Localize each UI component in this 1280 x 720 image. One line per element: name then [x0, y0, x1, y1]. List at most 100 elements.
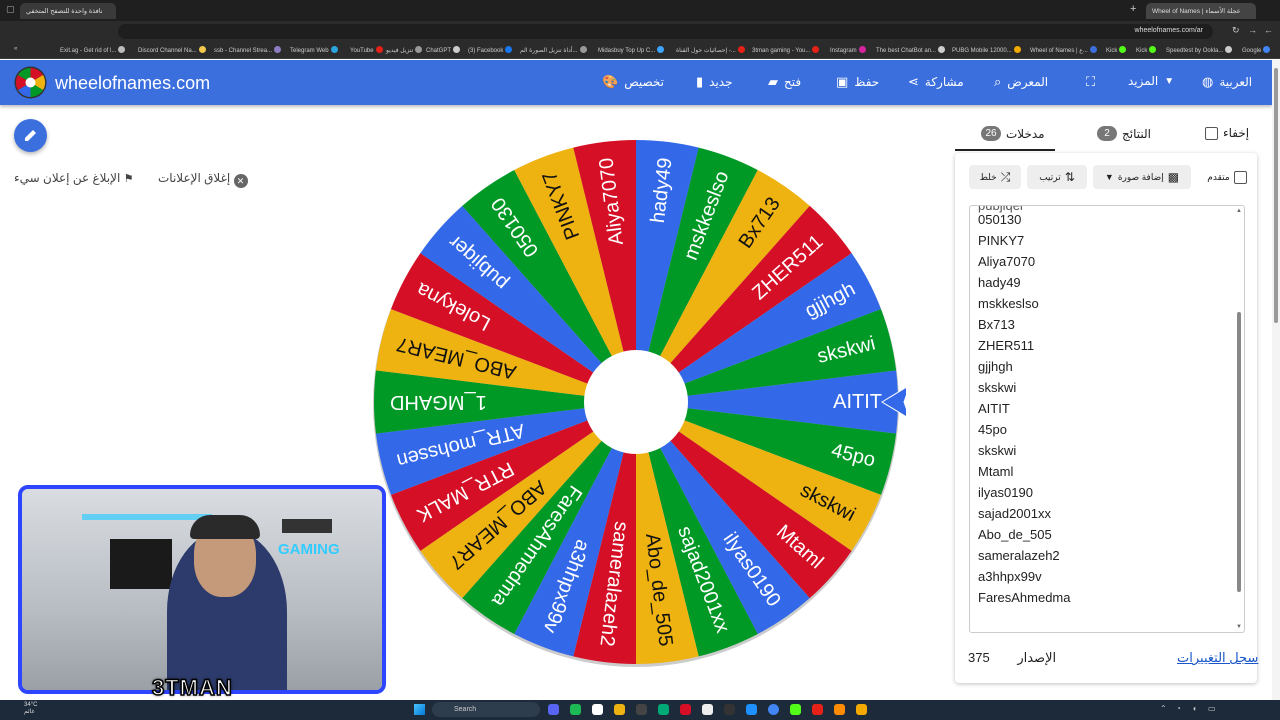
- app-icon[interactable]: [724, 704, 735, 715]
- bookmark-item[interactable]: YouTube: [350, 46, 383, 54]
- tab-incognito[interactable]: نافذة واحدة للتصفح المتخفي: [20, 3, 116, 19]
- volume-icon[interactable]: ◖: [1192, 704, 1197, 713]
- add-image-button[interactable]: ▼ إضافة صورة ▩: [1093, 165, 1191, 189]
- bookmark-item[interactable]: (3) Facebook: [468, 46, 513, 54]
- bookmark-item[interactable]: Discord Channel Na...: [138, 46, 206, 54]
- brand-name[interactable]: wheelofnames.com: [55, 73, 210, 94]
- edit-fab-button[interactable]: [14, 119, 47, 152]
- more-menu-button[interactable]: المزيد ▼: [1128, 74, 1174, 88]
- changelog-link[interactable]: سجل التغييرات: [1177, 650, 1258, 666]
- hide-checkbox[interactable]: [1205, 126, 1218, 140]
- page-scrollbar[interactable]: [1272, 60, 1280, 700]
- report-ad-link[interactable]: الإبلاغ عن إعلان سيء ⚑: [14, 171, 134, 185]
- app-icon[interactable]: [812, 704, 823, 715]
- save-icon: ▣: [836, 74, 849, 89]
- bookmark-item[interactable]: Kick: [1136, 46, 1157, 54]
- chrome-icon[interactable]: [768, 704, 779, 715]
- hide-toggle[interactable]: إخفاء: [1205, 126, 1249, 140]
- app-icon[interactable]: [790, 704, 801, 715]
- app-icon[interactable]: [592, 704, 603, 715]
- screen: ▢ ▢ نافذة واحدة للتصفح المتخفي Wheel of …: [0, 0, 1280, 720]
- tab-results[interactable]: 2 النتائج: [1097, 126, 1151, 141]
- browser-toolbar: ★ wheelofnames.com/ar ↻ → ←: [0, 21, 1280, 41]
- tray-chevron-icon[interactable]: ⌃: [1160, 704, 1167, 713]
- webcam-light-strip: [82, 514, 212, 520]
- bookmarks-bar: « Exit.ag - Get rid of l... Discord Chan…: [0, 41, 1280, 59]
- bookmark-item[interactable]: أداة تنزيل الصورة الم...: [520, 46, 587, 54]
- battery-icon[interactable]: ▭: [1208, 704, 1216, 713]
- new-button[interactable]: ▮ جديد: [696, 74, 733, 90]
- page-scroll-thumb[interactable]: [1274, 68, 1278, 323]
- bookmark-item[interactable]: Telegram Web: [290, 46, 338, 54]
- save-button[interactable]: ▣ حفظ: [836, 74, 879, 90]
- language-button[interactable]: ◍ العربية: [1202, 74, 1252, 90]
- share-button[interactable]: ⋖ مشاركة: [908, 74, 964, 90]
- list-item: hady49: [978, 275, 1021, 290]
- pencil-icon: [25, 130, 36, 141]
- app-icon[interactable]: [680, 704, 691, 715]
- webcam-overlay: GAMING: [18, 485, 386, 694]
- wifi-icon[interactable]: ◔: [1176, 704, 1181, 713]
- version-info: 375 الإصدار: [968, 650, 1057, 665]
- chevron-down-icon: ▼: [1104, 172, 1114, 182]
- file-explorer-icon[interactable]: [614, 704, 625, 715]
- app-icon[interactable]: [702, 704, 713, 715]
- taskbar-search[interactable]: Search: [432, 702, 540, 717]
- wheel-logo-icon[interactable]: [14, 66, 47, 99]
- bookmark-item[interactable]: تنزيل فيديو: [386, 46, 423, 54]
- wheel-of-names[interactable]: AITIT45poskskwiMtamlilyas0190sajad2001xx…: [366, 132, 906, 672]
- bookmark-item[interactable]: Kick: [1106, 46, 1127, 54]
- bookmark-item[interactable]: Instagram: [830, 46, 866, 54]
- app-icon[interactable]: [856, 704, 867, 715]
- tab-entries[interactable]: 26 مدخلات: [981, 126, 1045, 141]
- open-button[interactable]: ▰ فتح: [768, 74, 801, 90]
- wheel-center-hub[interactable]: [584, 350, 688, 454]
- shuffle-button[interactable]: خلط ⤮: [969, 165, 1021, 189]
- list-item: ZHER511: [978, 338, 1035, 353]
- scroll-up-icon[interactable]: ▲: [1236, 208, 1242, 214]
- bookmark-item[interactable]: Midasbuy Top Up C...: [598, 46, 665, 54]
- bookmark-item[interactable]: Wheel of Names | ع...: [1030, 46, 1097, 54]
- windows-start-icon[interactable]: [414, 704, 425, 715]
- close-ads-link[interactable]: إغلاق الإعلانات ✕: [158, 171, 248, 188]
- new-tab-icon[interactable]: +: [1130, 3, 1136, 15]
- app-icon[interactable]: [636, 704, 647, 715]
- vlc-icon[interactable]: [834, 704, 845, 715]
- browser-tab-strip: ▢ ▢ نافذة واحدة للتصفح المتخفي Wheel of …: [0, 0, 1280, 21]
- bookmark-item[interactable]: ssb - Channel Strea...: [214, 46, 282, 54]
- weather-widget[interactable]: 34°C غائم: [24, 702, 37, 716]
- bookmark-item[interactable]: Speedtest by Ookla...: [1166, 46, 1233, 54]
- gallery-button[interactable]: ⌕ المعرض: [994, 74, 1048, 90]
- bookmark-item[interactable]: Google: [1242, 46, 1271, 54]
- list-item: mskkeslso: [978, 296, 1039, 311]
- advanced-toggle[interactable]: متقدم: [1203, 165, 1251, 189]
- bookmark-item[interactable]: Exit.ag - Get rid of l...: [60, 46, 126, 54]
- bookmark-item[interactable]: ChatGPT: [426, 46, 461, 54]
- scroll-down-icon[interactable]: ▼: [1236, 624, 1242, 630]
- bookmark-item[interactable]: 3tman gaming - You...: [752, 46, 820, 54]
- bookmark-item[interactable]: إحصائيات حول القناة -...: [676, 46, 745, 54]
- list-item: FaresAhmedma: [978, 590, 1071, 605]
- sort-button[interactable]: ترتيب ⇅: [1027, 165, 1087, 189]
- reload-icon[interactable]: ↻: [1232, 25, 1240, 36]
- window-menu-icon[interactable]: ▢: [6, 4, 15, 15]
- bookmarks-overflow-icon[interactable]: «: [14, 46, 17, 52]
- tab-wheel-of-names[interactable]: Wheel of Names | عجلة الأسماء: [1146, 3, 1256, 19]
- forward-icon[interactable]: ←: [1264, 25, 1273, 35]
- entries-count-badge: 26: [981, 126, 1001, 141]
- entries-scrollbar[interactable]: [1237, 312, 1241, 592]
- app-icon[interactable]: [570, 704, 581, 715]
- customize-button[interactable]: 🎨 تخصيص: [602, 74, 664, 90]
- bookmark-item[interactable]: The best ChatBot an...: [876, 46, 946, 54]
- discord-icon[interactable]: [548, 704, 559, 715]
- app-icon[interactable]: [658, 704, 669, 715]
- address-bar[interactable]: wheelofnames.com/ar: [118, 24, 1213, 39]
- back-icon[interactable]: →: [1248, 25, 1257, 35]
- image-icon: ▩: [1167, 170, 1180, 184]
- fullscreen-button[interactable]: ⛶: [1086, 74, 1095, 90]
- list-item: sameralazeh2: [978, 548, 1060, 563]
- entries-textarea[interactable]: pubjiqer ▲ ▼ 050130 PINKY7 Aliya7070 hady49…: [969, 205, 1245, 633]
- app-icon[interactable]: [746, 704, 757, 715]
- advanced-checkbox[interactable]: [1233, 170, 1247, 184]
- bookmark-item[interactable]: PUBG Mobile 12000...: [952, 46, 1021, 54]
